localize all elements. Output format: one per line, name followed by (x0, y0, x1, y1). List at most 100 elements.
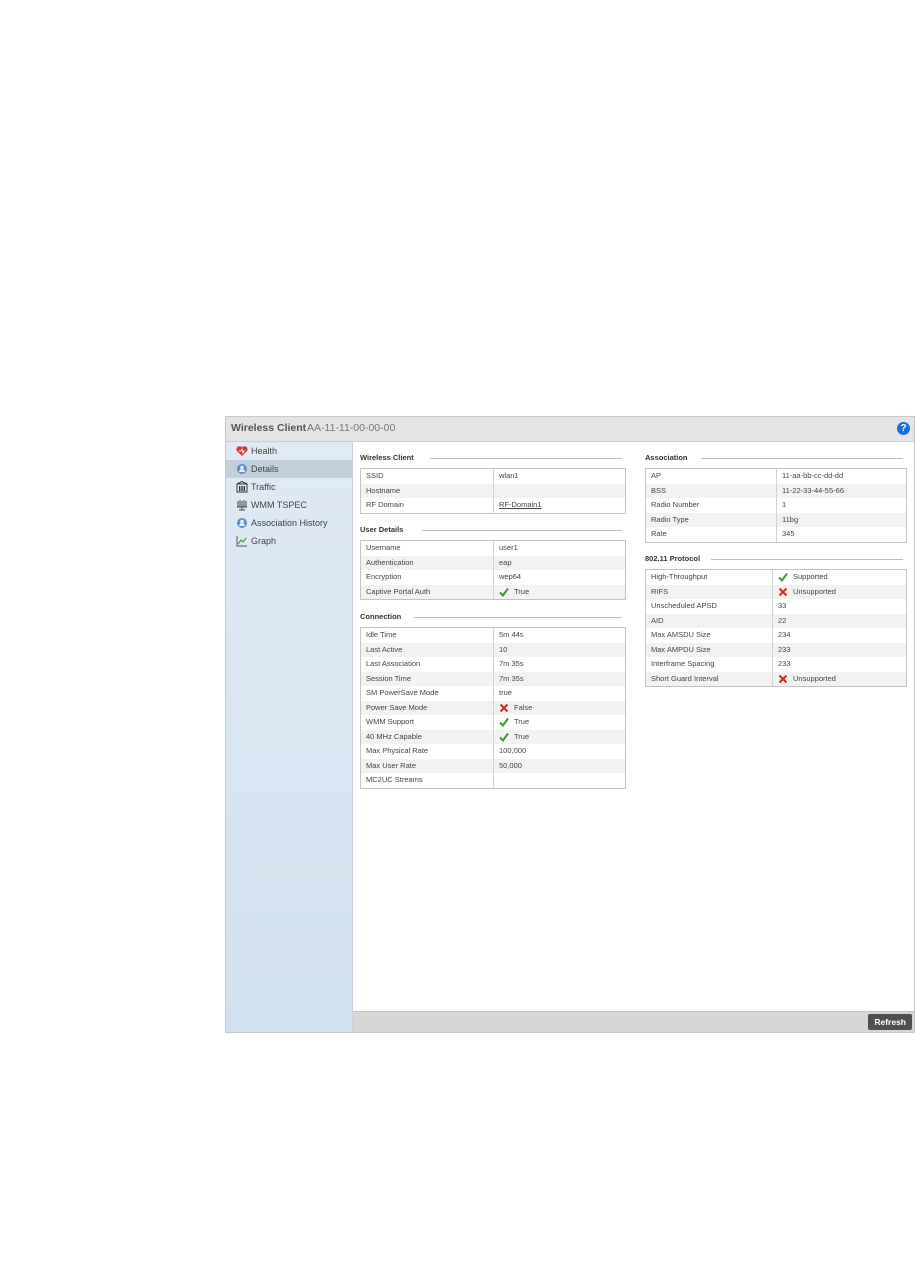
row-key: Last Active (361, 642, 494, 657)
row-value: True (514, 717, 530, 726)
row-value: 345 (782, 529, 795, 538)
sidebar-item-graph[interactable]: Graph (226, 532, 352, 550)
table-row: RIFS Unsupported (646, 584, 906, 599)
traffic-icon (236, 481, 248, 493)
details-content: Wireless Client SSID wlan1 Hostname RF Do… (353, 442, 914, 1012)
section-title: User Details (360, 524, 626, 536)
question-icon[interactable]: ? (897, 422, 910, 435)
sidebar-item-label: Association History (251, 518, 328, 528)
sidebar-item-wmm-tspec[interactable]: WMM TSPEC (226, 496, 352, 514)
table-row: Last Association 7m 35s (361, 657, 625, 672)
table-row: Last Active 10 (361, 642, 625, 657)
connection-table: Idle Time 5m 44s Last Active 10 Last Assoc… (360, 627, 626, 789)
row-value: False (514, 702, 533, 712)
table-row: High-Throughput Supported (646, 570, 906, 585)
row-key: RF Domain (361, 498, 494, 513)
sidebar-item-health[interactable]: Health (226, 442, 352, 460)
sidebar-item-details[interactable]: Details (226, 460, 352, 478)
row-value: 5m 44s (499, 630, 524, 639)
row-value: user1 (499, 543, 518, 552)
table-row: Idle Time 5m 44s (361, 628, 625, 643)
row-value: 33 (778, 601, 787, 610)
row-value: 22 (778, 615, 787, 625)
row-key: Hostname (361, 483, 494, 498)
panel-footer: Refresh (353, 1011, 914, 1032)
row-value: wlan1 (499, 471, 519, 480)
table-row: Captive Portal Auth True (361, 584, 625, 599)
section-title-text: 802.11 Protocol (645, 554, 701, 563)
table-row: SM PowerSave Mode true (361, 686, 625, 701)
row-key: Radio Type (646, 512, 777, 527)
row-value: 10 (499, 644, 508, 654)
details-icon (237, 464, 247, 474)
row-key: RIFS (646, 584, 773, 599)
rf-domain-link[interactable]: RF-Domain1 (499, 498, 542, 513)
row-value (494, 773, 499, 788)
row-value: 233 (778, 644, 791, 654)
row-key: Session Time (361, 671, 494, 686)
row-value: 7m 35s (499, 673, 524, 683)
check-icon (778, 573, 788, 583)
row-value: True (514, 731, 530, 741)
table-row: MC2UC Streams (361, 773, 625, 788)
row-key: Unscheduled APSD (646, 599, 773, 614)
sidebar-item-label: Graph (251, 536, 277, 546)
association-section: Association AP 11-aa-bb-cc-dd-dd BSS 11-22… (645, 452, 907, 543)
table-row: Max AMPDU Size 233 (646, 642, 906, 657)
row-value (494, 484, 499, 499)
row-value: Supported (793, 572, 828, 581)
row-value: Unsupported (793, 586, 836, 596)
row-value: Unsupported (793, 673, 836, 683)
row-key: AP (646, 469, 777, 484)
cross-icon (778, 587, 788, 596)
protocol-table: High-Throughput Supported RIFS Unsupported… (645, 569, 907, 687)
row-key: Short Guard Interval (646, 671, 773, 686)
row-value: 11-22-33-44-55-66 (782, 485, 844, 495)
graph-icon (236, 536, 247, 547)
section-title-text: User Details (360, 525, 404, 534)
row-key: SSID (361, 469, 494, 484)
refresh-button[interactable]: Refresh (868, 1014, 912, 1030)
connection-section: Connection Idle Time 5m 44s Last Active 10… (360, 611, 626, 789)
wireless-client-table: SSID wlan1 Hostname RF Domain RF-Domain1 (360, 468, 626, 514)
row-key: Captive Portal Auth (361, 584, 494, 599)
cross-icon (778, 674, 788, 683)
table-row: Authentication eap (361, 555, 625, 570)
row-key: MC2UC Streams (361, 773, 494, 788)
sidebar-item-label: Traffic (251, 482, 276, 492)
wmm-icon (237, 500, 247, 511)
section-title: Association (645, 452, 907, 464)
sidebar-item-association-history[interactable]: Association History (226, 514, 352, 532)
row-key: Interframe Spacing (646, 657, 773, 672)
heart-icon (236, 446, 248, 456)
panel-title: Wireless Client (231, 422, 307, 434)
table-row: Unscheduled APSD 33 (646, 599, 906, 614)
user-details-table: Username user1 Authentication eap Encrypti… (360, 540, 626, 600)
row-key: Idle Time (361, 628, 494, 643)
section-title-text: Connection (360, 612, 402, 621)
row-key: AID (646, 613, 773, 628)
table-row: Short Guard Interval Unsupported (646, 671, 906, 686)
section-title-text: Association (645, 453, 688, 462)
row-key: High-Throughput (646, 570, 773, 585)
row-value: 50,000 (499, 760, 522, 770)
table-row: Max Physical Rate 100,000 (361, 744, 625, 759)
section-title: Wireless Client (360, 452, 626, 464)
row-value: true (499, 688, 512, 697)
row-key: 40 MHz Capable (361, 729, 494, 744)
table-row: Encryption wep64 (361, 570, 625, 585)
table-row: SSID wlan1 (361, 469, 625, 484)
table-row: WMM Support True (361, 715, 625, 730)
row-value: 1 (782, 500, 787, 509)
table-row: BSS 11-22-33-44-55-66 (646, 483, 906, 498)
row-key: Max User Rate (361, 758, 494, 773)
table-row: Username user1 (361, 541, 625, 556)
row-value: 100,000 (499, 746, 527, 755)
row-key: Max AMSDU Size (646, 628, 773, 643)
sidebar: Health Details Traffic WMM TSPEC Associa… (226, 442, 353, 1032)
table-row: Session Time 7m 35s (361, 671, 625, 686)
row-key: Encryption (361, 570, 494, 585)
row-value: 7m 35s (499, 659, 524, 668)
table-row: AID 22 (646, 613, 906, 628)
sidebar-item-traffic[interactable]: Traffic (226, 478, 352, 496)
